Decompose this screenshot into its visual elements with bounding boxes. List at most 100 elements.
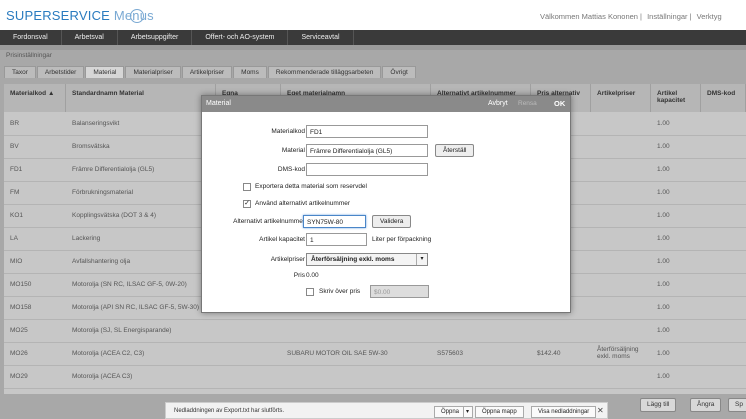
panel-title: Prisinställningar <box>6 52 52 59</box>
cell-name: Lackering <box>72 235 101 242</box>
cancel-button[interactable]: Avbryt <box>488 100 508 107</box>
dialog-header: Material Avbryt Rensa OK <box>202 96 570 112</box>
materialkod-input[interactable]: FD1 <box>306 125 428 138</box>
cell-name: Balanseringsvikt <box>72 120 120 127</box>
cell-name: Avfallshantering olja <box>72 258 131 265</box>
validate-button[interactable]: Validera <box>372 215 412 228</box>
main-nav: Fordonsval Arbetsval Arbetsuppgifter Off… <box>0 30 746 45</box>
download-open-dropdown[interactable]: ▾ <box>463 406 473 418</box>
cell-code: BR <box>10 120 20 127</box>
cell-artpris: Återförsäljning exkl. moms <box>597 346 639 360</box>
cell-code: KO1 <box>10 212 24 219</box>
cell-capacity: 1.00 <box>657 212 670 219</box>
sort-up-icon: ▲ <box>47 90 55 97</box>
nav-fordonsval[interactable]: Fordonsval <box>0 30 62 45</box>
cell-capacity: 1.00 <box>657 327 670 334</box>
chevron-down-icon: ▾ <box>466 409 470 415</box>
col-header-artikelpriser[interactable]: Artikelpriser <box>591 84 651 112</box>
clear-button[interactable]: Rensa <box>518 100 537 107</box>
cell-capacity: 1.00 <box>657 281 670 288</box>
reset-button[interactable]: Återställ <box>435 144 475 157</box>
logo-icon <box>130 9 144 23</box>
col-header-materialkod[interactable]: Materialkod ▲ <box>4 84 66 112</box>
chevron-down-icon: ▾ <box>416 254 427 265</box>
tab-materialpriser[interactable]: Materialpriser <box>125 66 181 78</box>
nav-offert[interactable]: Offert- och AO-system <box>192 30 289 45</box>
artpris-label: Artikelpriser <box>270 256 305 263</box>
cell-name: Motorolja (SN RC, ILSAC GF-5, 0W-20) <box>72 281 187 288</box>
cell-name: Kopplingsvätska (DOT 3 & 4) <box>72 212 157 219</box>
tab-arbetstider[interactable]: Arbetstider <box>36 66 85 78</box>
download-open-button[interactable]: Öppna <box>434 406 467 418</box>
table-row[interactable]: MO26 Motorolja (ACEA C2, C3) SUBARU MOTOR … <box>4 342 746 366</box>
col-header-artikel-kapacitet[interactable]: Artikel kapacitet <box>651 84 701 112</box>
cell-code: MO26 <box>10 350 28 357</box>
cell-code: MO158 <box>10 304 32 311</box>
cell-capacity: 1.00 <box>657 373 670 380</box>
tab-material[interactable]: Material <box>85 66 125 78</box>
export-checkbox-label: Exportera detta material som reservdel <box>255 183 367 190</box>
cell-name: Motorolja (ACEA C3) <box>72 373 133 380</box>
download-view-button[interactable]: Visa nedladdningar <box>531 406 597 418</box>
material-label: Material <box>281 147 305 154</box>
checkmark-icon: ✓ <box>244 200 250 207</box>
tab-rekommenderade[interactable]: Rekommenderade tilläggsarbeten <box>267 66 382 78</box>
cell-name: Motorolja (API SN RC, ILSAC GF-5, 5W-30) <box>72 304 200 311</box>
override-price-checkbox[interactable] <box>306 288 314 296</box>
dms-label: DMS-kod <box>277 166 305 173</box>
cell-capacity: 1.00 <box>657 258 670 265</box>
col-header-dms-kod[interactable]: DMS-kod <box>701 84 746 112</box>
cell-code: MIO <box>10 258 23 265</box>
nav-arbetsuppgifter[interactable]: Arbetsuppgifter <box>118 30 193 45</box>
download-bar: Nedladdningen av Export.txt har slutfört… <box>165 402 608 419</box>
artpris-select[interactable]: Återförsäljning exkl. moms ▾ <box>306 253 428 266</box>
capacity-label: Artikel kapacitet <box>259 236 305 243</box>
table-row[interactable]: MO29 Motorolja (ACEA C3) 1.00 <box>4 365 746 389</box>
altno-input[interactable]: SYN75W-80 <box>303 215 366 228</box>
material-input[interactable]: Främre Differentialolja (GL5) <box>306 144 428 157</box>
cell-code: BV <box>10 143 19 150</box>
table-row[interactable]: MO30Motorolja (SL/SM EC, ILSAC)1.00 <box>4 388 746 394</box>
cell-name: Motorolja (ACEA C2, C3) <box>72 350 145 357</box>
cell-alt-number: S575603 <box>437 350 464 357</box>
tab-taxor[interactable]: Taxor <box>4 66 36 78</box>
settings-tabs: Taxor Arbetstider Material Materialprise… <box>4 66 417 78</box>
table-row[interactable]: MO25 Motorolja (SJ, SL Energisparande) 1.0… <box>4 319 746 343</box>
tab-moms[interactable]: Moms <box>233 66 267 78</box>
col-header-standardnamn[interactable]: Standardnamn Material <box>66 84 216 112</box>
tools-link[interactable]: Verktyg <box>697 12 722 21</box>
nav-arbetsval[interactable]: Arbetsval <box>62 30 118 45</box>
cell-capacity: 1.00 <box>657 235 670 242</box>
cell-own-name: SUBARU MOTOR OIL SAE 5W-30 <box>287 350 388 357</box>
pris-value: 0.00 <box>306 272 319 279</box>
tab-ovrigt[interactable]: Övrigt <box>382 66 416 78</box>
cell-capacity: 1.00 <box>657 143 670 150</box>
close-icon[interactable]: ✕ <box>597 406 604 415</box>
cell-capacity: 1.00 <box>657 166 670 173</box>
cell-capacity: 1.00 <box>657 120 670 127</box>
settings-link[interactable]: Inställningar <box>647 12 687 21</box>
cell-code: MO29 <box>10 373 28 380</box>
dms-input[interactable] <box>306 163 428 176</box>
export-checkbox[interactable] <box>243 183 251 191</box>
ok-button[interactable]: OK <box>554 99 565 108</box>
undo-button[interactable]: Ångra <box>690 398 722 412</box>
override-price-label: Skriv över pris <box>319 288 361 295</box>
cell-price: $142.40 <box>537 350 561 357</box>
capacity-input[interactable]: 1 <box>306 233 367 246</box>
save-button[interactable]: Sp <box>728 398 746 412</box>
cell-name: Bromsvätska <box>72 143 110 150</box>
alt-number-checkbox-label: Använd alternativt artikelnummer <box>255 200 351 207</box>
alt-number-checkbox[interactable]: ✓ <box>243 200 251 208</box>
override-price-input[interactable]: $0.00 <box>370 285 429 298</box>
cell-capacity: 1.00 <box>657 189 670 196</box>
cell-code: MO150 <box>10 281 32 288</box>
add-button[interactable]: Lägg till <box>640 398 677 412</box>
altno-label: Alternativt artikelnummer <box>233 218 305 225</box>
cell-code: LA <box>10 235 18 242</box>
nav-serviceavtal[interactable]: Serviceavtal <box>288 30 354 45</box>
tab-artikelpriser[interactable]: Artikelpriser <box>181 66 233 78</box>
download-open-folder-button[interactable]: Öppna mapp <box>475 406 524 418</box>
pris-label: Pris <box>293 272 305 279</box>
capacity-unit: Liter per förpackning <box>372 236 432 243</box>
